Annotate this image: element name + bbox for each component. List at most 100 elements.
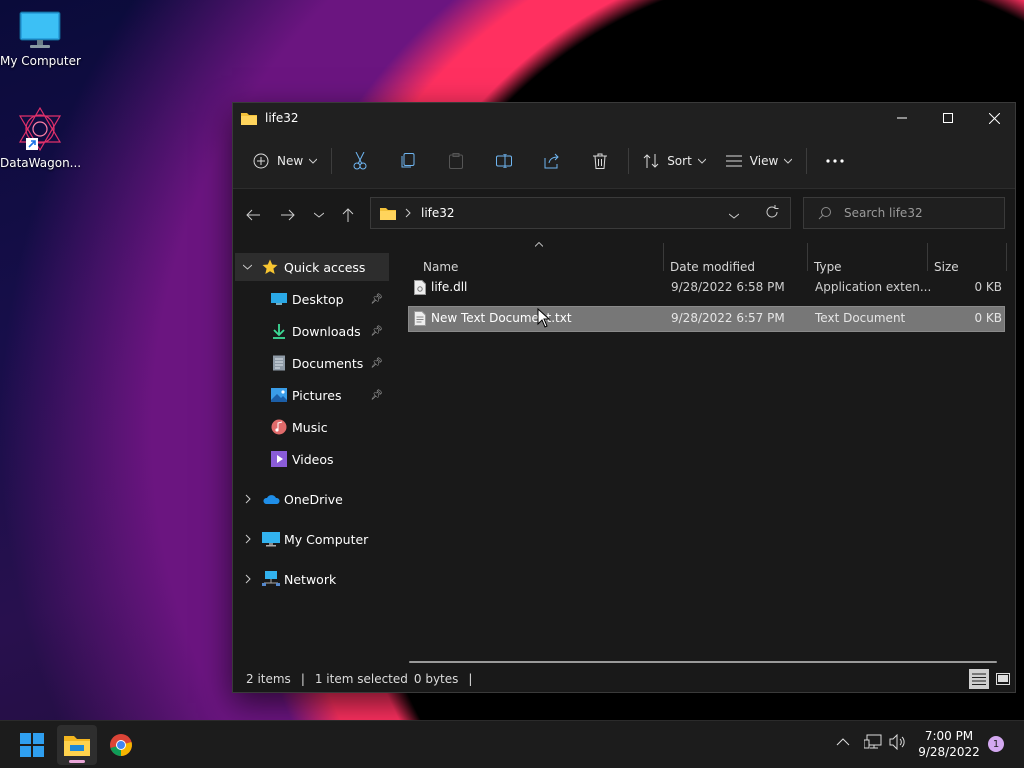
column-divider[interactable] [807, 243, 808, 271]
sidebar-item-pictures[interactable]: Pictures 📌︎ [235, 381, 389, 409]
tiles-view-button[interactable] [993, 669, 1013, 689]
column-header-label: Type [814, 260, 842, 274]
download-icon [273, 324, 285, 339]
address-dropdown-button[interactable] [728, 208, 740, 222]
start-button[interactable] [12, 727, 52, 763]
title-bar[interactable]: life32 [233, 103, 1015, 133]
column-divider[interactable] [1006, 243, 1007, 271]
search-box[interactable]: Search life32 [803, 197, 1005, 229]
refresh-button[interactable] [765, 205, 779, 222]
rename-button[interactable] [480, 144, 528, 178]
monitor-icon [262, 532, 280, 547]
file-explorer-window: life32 New Sort View life32 Search life3… [232, 102, 1016, 693]
plus-circle-icon [253, 153, 269, 168]
window-title: life32 [265, 111, 299, 125]
status-divider: | [468, 672, 473, 686]
sidebar-item-quick-access[interactable]: Quick access [235, 253, 389, 281]
desktop-icon-label: DataWagon... [0, 156, 82, 170]
sidebar-item-label: Network [284, 571, 337, 587]
sidebar-item-downloads[interactable]: Downloads 📌︎ [235, 317, 389, 345]
toolbar-divider [331, 147, 333, 174]
sidebar-item-documents[interactable]: Documents 📌︎ [235, 349, 389, 377]
network-status[interactable] [863, 734, 882, 753]
pin-icon: 📌︎ [370, 389, 383, 401]
table-row[interactable]: life.dll 9/28/2022 6:58 PM Application e… [408, 275, 1005, 301]
file-type: Application exten... [815, 280, 932, 294]
arrow-left-icon [246, 209, 260, 221]
close-button[interactable] [971, 103, 1017, 133]
column-divider[interactable] [663, 243, 664, 271]
file-size: 0 KB [974, 280, 1002, 294]
cut-button[interactable] [336, 144, 384, 178]
sidebar-item-label: My Computer [284, 531, 369, 547]
file-date: 9/28/2022 6:58 PM [671, 280, 785, 294]
chevron-down-icon [309, 158, 318, 164]
folder-icon [380, 208, 396, 220]
desktop-icon-my-computer[interactable]: My Computer [0, 10, 81, 68]
sort-button[interactable]: Sort [633, 144, 716, 178]
desktop-icon-datawagon[interactable]: DataWagon... [0, 106, 82, 170]
notification-badge[interactable]: 1 [988, 736, 1004, 752]
chevron-down-icon [314, 212, 324, 218]
cloud-icon [263, 495, 280, 504]
sidebar-item-music[interactable]: Music [235, 413, 389, 441]
paste-button[interactable] [432, 144, 480, 178]
copy-button[interactable] [384, 144, 432, 178]
pin-icon: 📌︎ [370, 293, 383, 305]
refresh-icon [766, 205, 779, 218]
breadcrumb[interactable]: life32 [421, 206, 455, 220]
chevron-down-icon [697, 158, 706, 164]
pictures-icon [271, 388, 287, 402]
arrow-up-icon [342, 208, 354, 222]
desktop-icon-label: My Computer [0, 54, 81, 68]
selection-size: 0 bytes [413, 672, 459, 686]
share-button[interactable] [528, 144, 576, 178]
details-view-button[interactable] [969, 669, 989, 689]
sidebar-item-my-computer[interactable]: My Computer [235, 525, 389, 553]
volume-button[interactable] [889, 733, 907, 753]
dll-file-icon [414, 280, 426, 295]
clock-time: 7:00 PM [924, 729, 974, 743]
maximize-icon [943, 113, 953, 123]
taskbar-chrome[interactable] [101, 725, 141, 765]
desktop-folder-icon [271, 293, 287, 305]
mouse-cursor-icon [537, 308, 551, 328]
copy-icon [401, 152, 415, 167]
up-button[interactable] [334, 202, 362, 228]
rename-icon [496, 153, 513, 168]
forward-button[interactable] [274, 202, 302, 228]
sidebar-item-onedrive[interactable]: OneDrive [235, 485, 389, 513]
sidebar-item-network[interactable]: Network [235, 565, 389, 593]
view-icon [725, 155, 742, 166]
taskbar-file-explorer[interactable] [57, 725, 97, 765]
folder-icon [241, 113, 257, 125]
back-button[interactable] [239, 202, 267, 228]
arrow-right-icon [281, 209, 295, 221]
show-hidden-icons-button[interactable] [836, 735, 850, 749]
more-options-button[interactable] [811, 144, 859, 178]
file-date: 9/28/2022 6:57 PM [671, 311, 785, 325]
table-row[interactable]: New Text Document.txt 9/28/2022 6:57 PM … [408, 306, 1005, 332]
sidebar-item-videos[interactable]: Videos [235, 445, 389, 473]
horizontal-scrollbar[interactable] [409, 661, 997, 663]
sort-icon [643, 153, 659, 168]
address-bar[interactable]: life32 [370, 197, 791, 229]
new-button[interactable]: New [243, 144, 327, 178]
clock[interactable]: 7:00 PM 9/28/2022 [914, 728, 984, 760]
chevron-right-icon [245, 574, 251, 584]
sidebar-item-label: Documents [292, 355, 364, 371]
status-bar: 2 items | 1 item selected 0 bytes | [233, 666, 1015, 692]
view-button[interactable]: View [716, 144, 802, 178]
maximize-button[interactable] [925, 103, 971, 133]
chevron-up-icon [836, 738, 850, 746]
selection-count: 1 item selected [314, 672, 408, 686]
delete-button[interactable] [576, 144, 624, 178]
sidebar-item-label: Videos [292, 451, 334, 467]
chevron-down-icon [728, 213, 740, 219]
item-count: 2 items [246, 672, 291, 686]
chevron-right-icon [245, 534, 251, 544]
recent-locations-button[interactable] [305, 202, 333, 228]
column-divider[interactable] [927, 243, 928, 271]
minimize-button[interactable] [879, 103, 925, 133]
sidebar-item-desktop[interactable]: Desktop 📌︎ [235, 285, 389, 313]
